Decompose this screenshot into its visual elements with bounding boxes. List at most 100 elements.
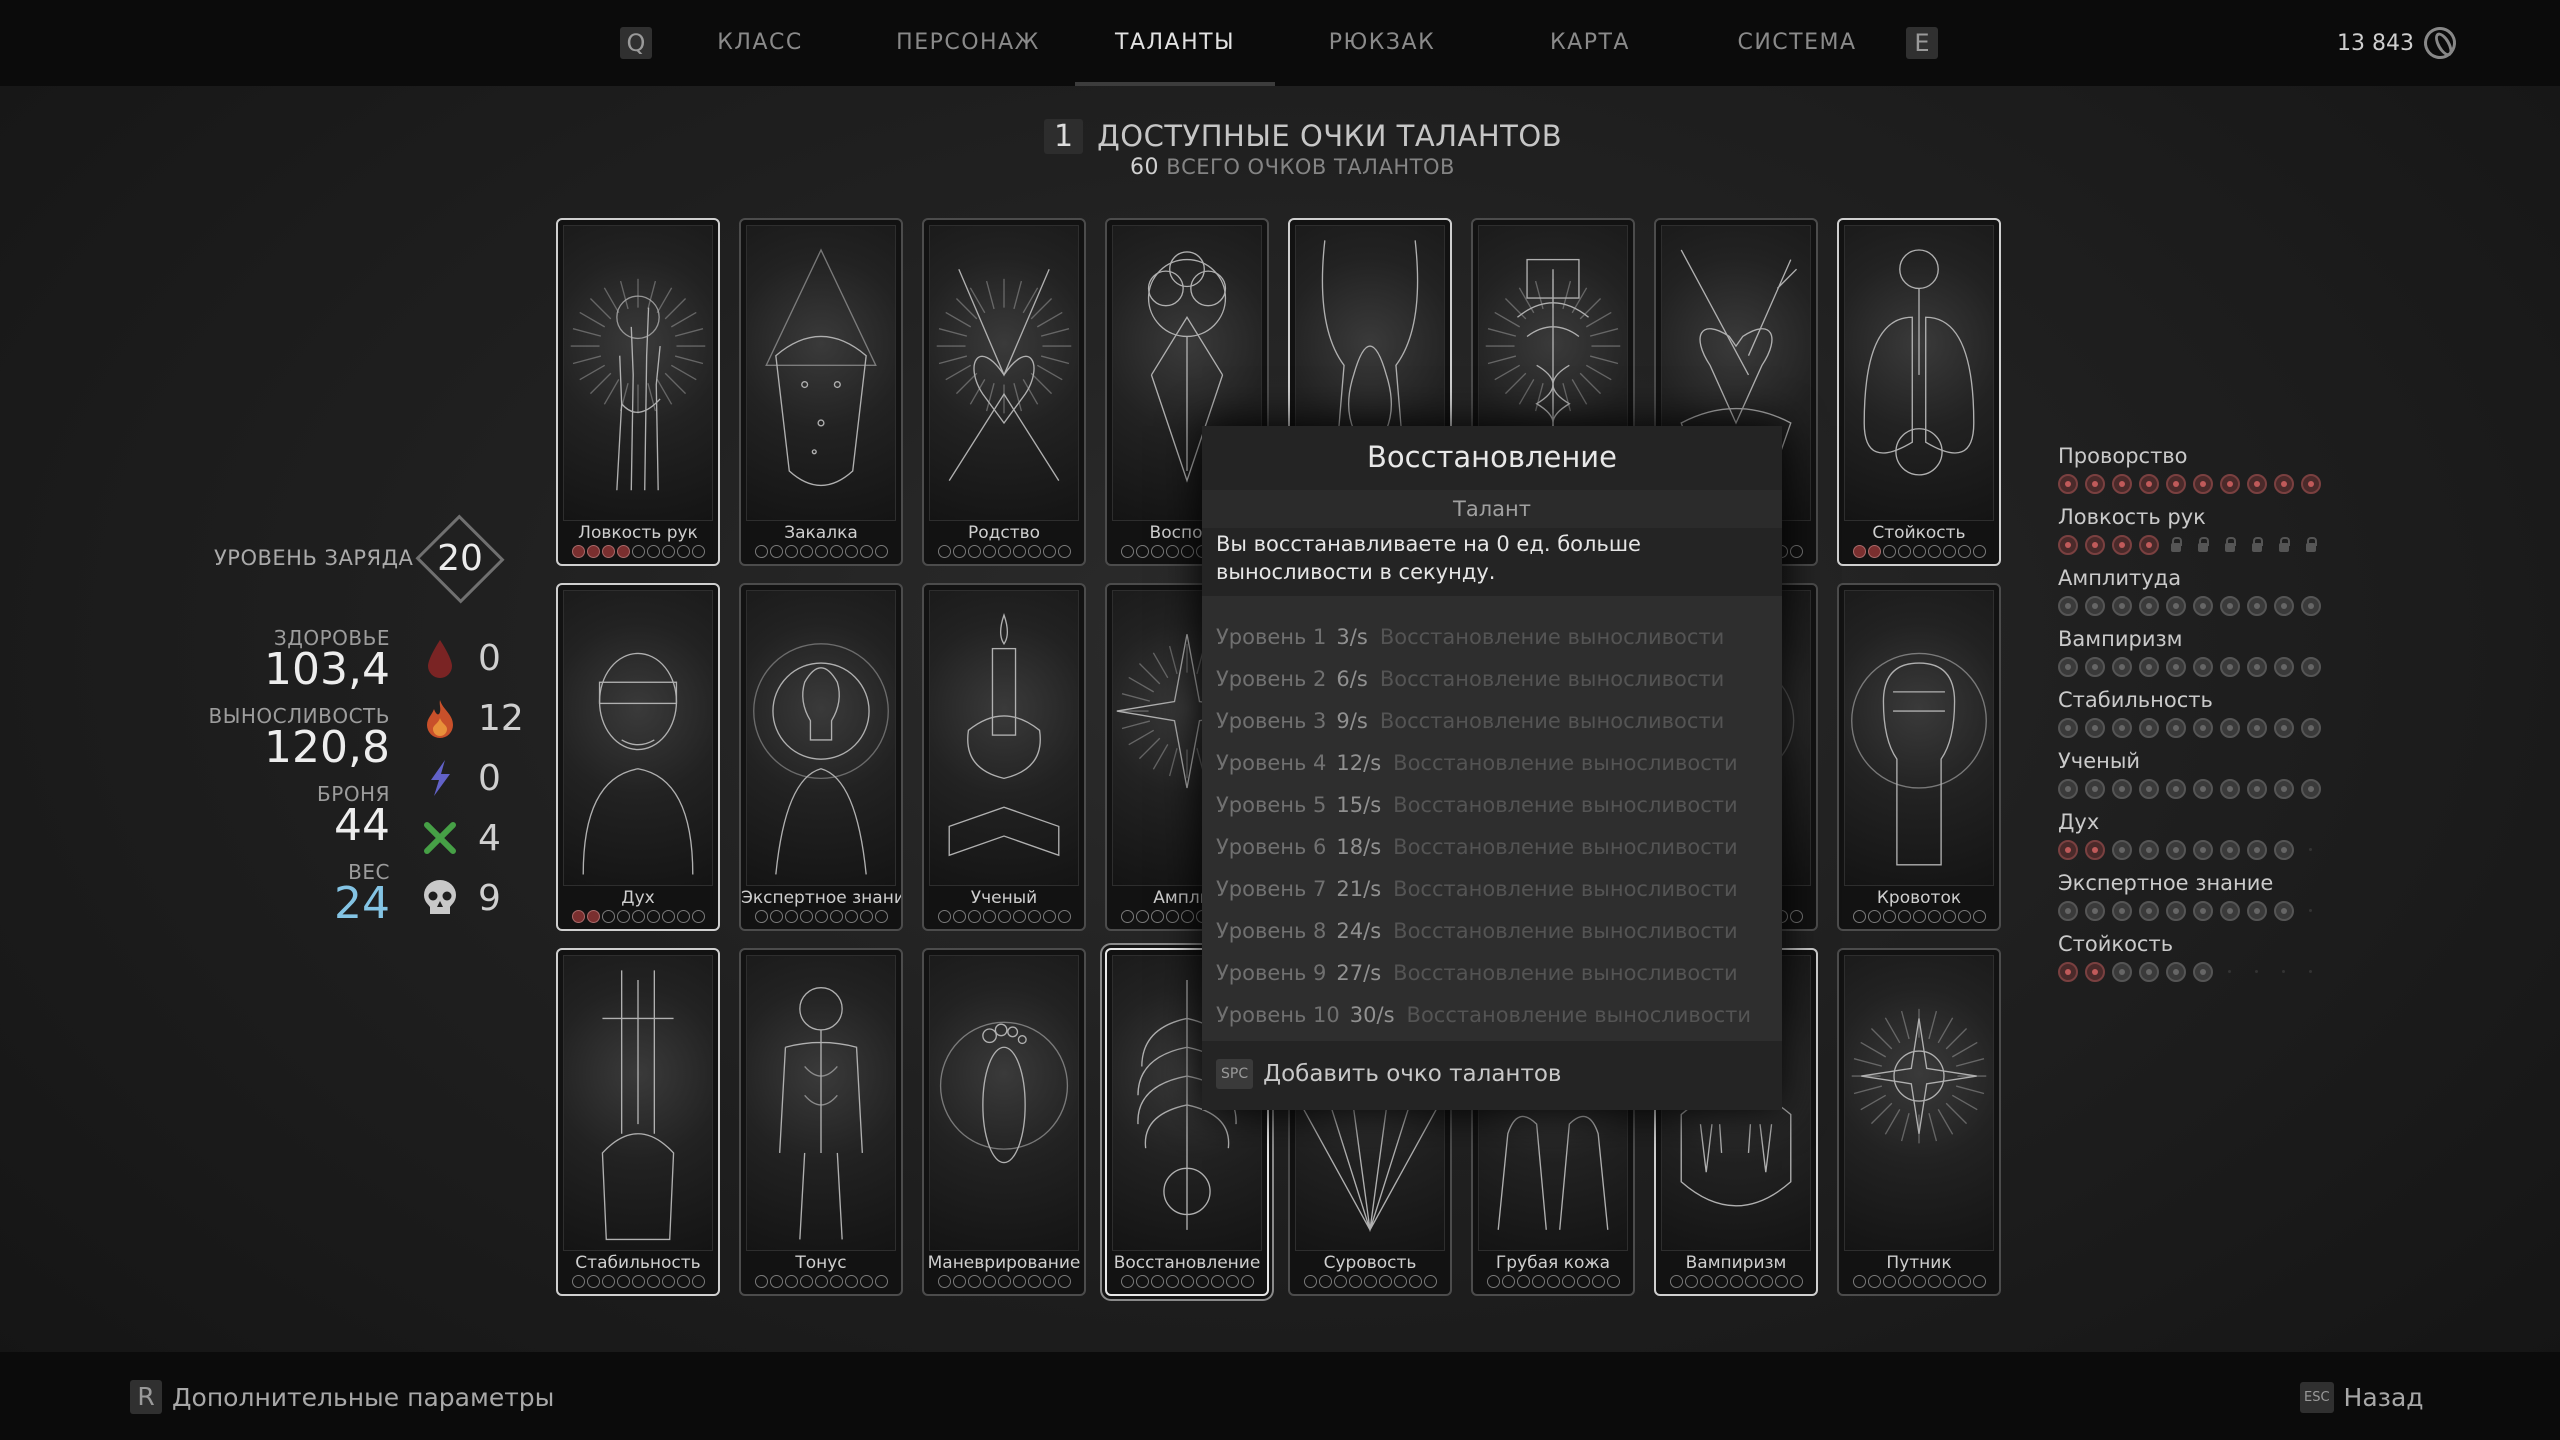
card-name: Ученый: [970, 888, 1038, 908]
talent-card[interactable]: Кровоток: [1837, 583, 2001, 931]
talent-summary-name: Амплитуда: [2058, 566, 2182, 590]
level-dot: [844, 545, 858, 558]
more-options-button[interactable]: R Дополнительные параметры: [130, 1380, 554, 1414]
level-dot: [2247, 596, 2267, 616]
card-name: Родство: [967, 523, 1041, 543]
level-dot: [1057, 1275, 1071, 1288]
level-text: Восстановление выносливости: [1379, 625, 1725, 649]
prev-tab-key[interactable]: Q: [620, 27, 652, 59]
blood-drop-icon: [420, 638, 460, 678]
level-dot: [2085, 535, 2105, 555]
talent-summary-name: Ученый: [2058, 749, 2141, 773]
level-dot: [2220, 657, 2240, 677]
lock-icon: [2220, 535, 2240, 555]
card-art: [746, 590, 896, 886]
tab-6[interactable]: СИСТЕМА: [1697, 0, 1897, 86]
level-text: Восстановление выносливости: [1393, 877, 1738, 901]
level-dot: [1897, 545, 1911, 558]
level-dot: [829, 545, 843, 558]
card-name: Суровость: [1323, 1253, 1417, 1273]
talent-card[interactable]: Маневрирование: [922, 948, 1086, 1296]
talent-card[interactable]: Ловкость рук: [556, 218, 720, 566]
total-points: 60 ВСЕГО ОЧКОВ ТАЛАНТОВ: [1130, 155, 1455, 180]
talent-card[interactable]: Тонус: [739, 948, 903, 1296]
level-dot: [2058, 718, 2078, 738]
level-dot: [799, 1275, 813, 1288]
talent-summary-dots: [2058, 718, 2321, 738]
card-name: Тонус: [795, 1253, 847, 1273]
card-name: Грубая кожа: [1495, 1253, 1611, 1273]
level-dot: [601, 545, 615, 558]
resist-blood-value: 0: [478, 637, 501, 679]
level-value: 18/s: [1336, 835, 1382, 859]
level-dot: [1957, 1275, 1971, 1288]
level-text: Восстановление выносливости: [1393, 919, 1738, 943]
top-nav-bar: Q КЛАСС ПЕРСОНАЖ ТАЛАНТЫ РЮКЗАК КАРТА СИСТЕМА…: [0, 0, 2560, 86]
level-dot: [2139, 474, 2159, 494]
level-dot: [2166, 474, 2186, 494]
level-dot: [952, 545, 966, 558]
level-dot: [982, 545, 996, 558]
tab-5[interactable]: КАРТА: [1490, 0, 1690, 86]
level-dot: [1714, 1275, 1728, 1288]
level-dot: [2274, 596, 2294, 616]
level-dot: [2112, 840, 2132, 860]
tab-2[interactable]: ПЕРСОНАЖ: [868, 0, 1068, 86]
talent-summary-dots: [2058, 901, 2321, 921]
level-dot: [2085, 962, 2105, 982]
level-dot: [2301, 962, 2321, 982]
level-dot: [2247, 474, 2267, 494]
tooltip-title: Восстановление: [1366, 440, 1617, 474]
lock-icon: [2193, 535, 2213, 555]
level-dot: [1408, 1275, 1422, 1288]
level-dot: [1942, 545, 1956, 558]
talent-card[interactable]: Путник: [1837, 948, 2001, 1296]
level-dot: [2085, 901, 2105, 921]
add-talent-point-action[interactable]: SPC Добавить очко талантов: [1216, 1056, 1561, 1092]
level-dot: [1150, 910, 1164, 923]
talent-card[interactable]: Стабильность: [556, 948, 720, 1296]
talent-card[interactable]: Родство: [922, 218, 1086, 566]
back-button[interactable]: ESC Назад: [2300, 1380, 2424, 1414]
level-dot: [2112, 962, 2132, 982]
tab-4[interactable]: РЮКЗАК: [1282, 0, 1482, 86]
level-dot: [2166, 962, 2186, 982]
level-dot: [829, 1275, 843, 1288]
level-dot: [1867, 1275, 1881, 1288]
level-dot: [1042, 910, 1056, 923]
talent-card[interactable]: Закалка: [739, 218, 903, 566]
level-dot: [1699, 1275, 1713, 1288]
available-points: 1 ДОСТУПНЫЕ ОЧКИ ТАЛАНТОВ: [1044, 116, 1562, 156]
lightning-icon: [420, 758, 460, 798]
level-value: 30/s: [1349, 1003, 1395, 1027]
level-dot: [2085, 474, 2105, 494]
level-dot: [601, 1275, 615, 1288]
more-options-label: Дополнительные параметры: [172, 1382, 555, 1412]
talent-card[interactable]: Ученый: [922, 583, 1086, 931]
talent-summary-name: Проворство: [2058, 444, 2188, 468]
spc-key: SPC: [1216, 1059, 1254, 1089]
level-dot: [1942, 1275, 1956, 1288]
level-dot: [2274, 657, 2294, 677]
tab-1[interactable]: КЛАСС: [660, 0, 860, 86]
level-dot: [1135, 1275, 1149, 1288]
level-dot: [1729, 1275, 1743, 1288]
level-dot: [937, 910, 951, 923]
tooltip-description: Вы восстанавливаете на 0 ед. больше выно…: [1216, 532, 1641, 584]
level-dot: [586, 910, 600, 923]
talent-card[interactable]: Стойкость: [1837, 218, 2001, 566]
level-dot: [814, 545, 828, 558]
level-dot: [1972, 545, 1986, 558]
coin-icon: [2418, 21, 2462, 65]
card-level-dots: [558, 910, 718, 923]
talent-summary-row: Вампиризм: [2058, 627, 2321, 677]
level-dot: [952, 910, 966, 923]
level-dot: [2274, 718, 2294, 738]
tab-3[interactable]: ТАЛАНТЫ: [1075, 0, 1275, 86]
level-dot: [1912, 1275, 1926, 1288]
talent-card[interactable]: Экспертное знание: [739, 583, 903, 931]
level-dot: [1486, 1275, 1500, 1288]
talent-card[interactable]: Дух: [556, 583, 720, 931]
next-tab-key[interactable]: E: [1906, 27, 1938, 59]
talent-summary-dots: [2058, 474, 2321, 494]
